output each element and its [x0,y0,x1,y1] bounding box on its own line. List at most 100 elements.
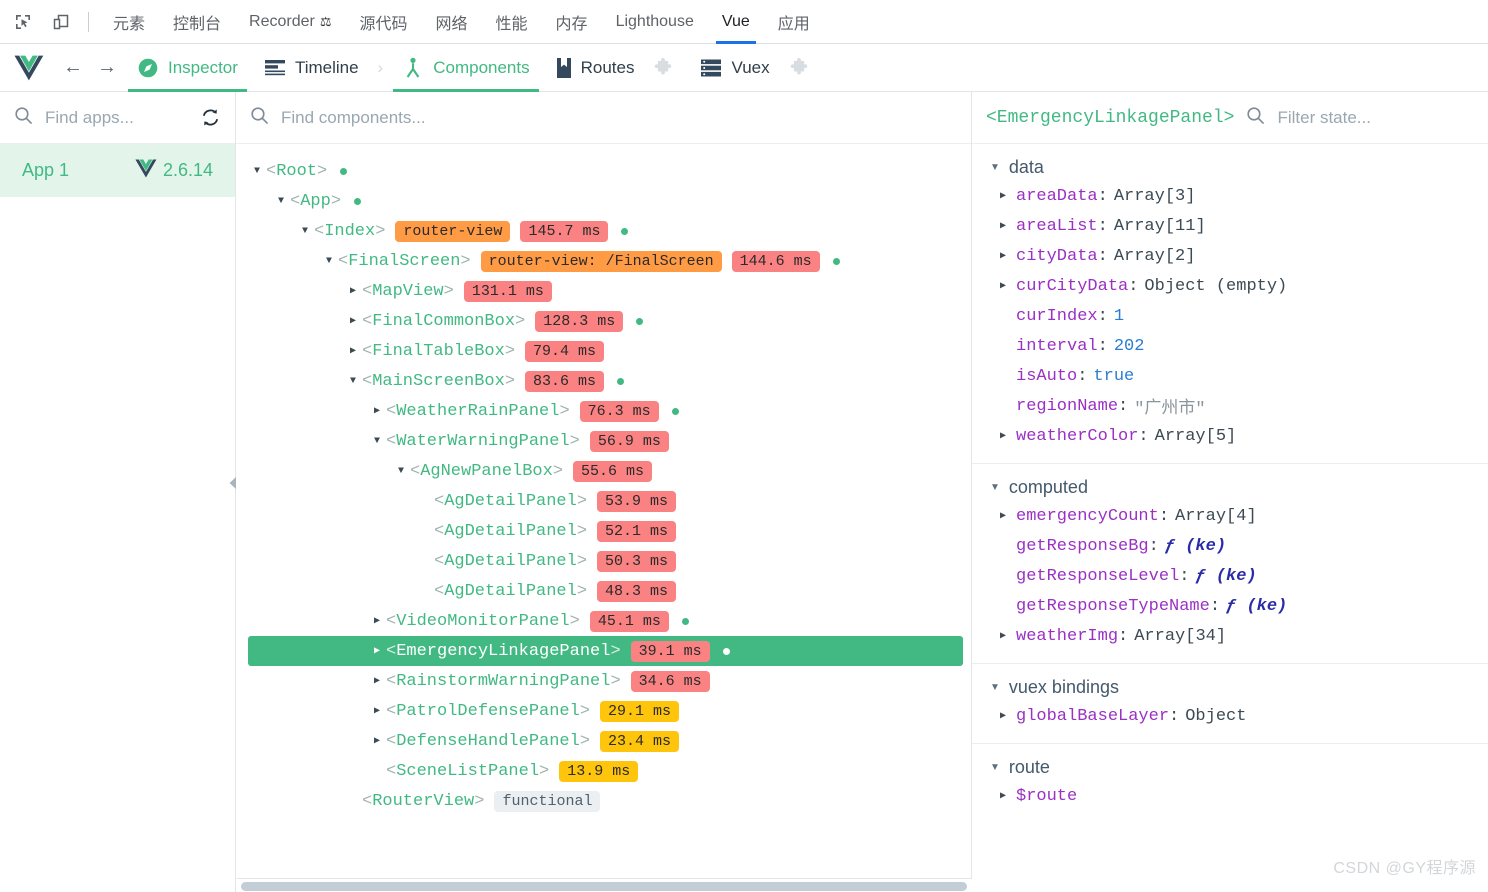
caret-down-icon[interactable]: ▼ [990,482,1000,493]
caret-down-icon[interactable]: ▼ [990,682,1000,693]
caret-right-icon[interactable]: ▶ [1000,190,1006,202]
state-row[interactable]: ▶ areaData: Array[3] [972,181,1488,211]
tree-row[interactable]: <PatrolDefensePanel> 29.1 ms [236,696,971,726]
app-list-item-app-1[interactable]: App 1 2.6.14 [0,144,235,197]
state-row[interactable]: getResponseLevel: ƒ (ke) [972,561,1488,591]
tree-row[interactable]: <MapView> 131.1 ms [236,276,971,306]
devtools-tab-vue[interactable]: Vue [708,0,764,44]
tree-row[interactable]: <AgDetailPanel> 48.3 ms [236,576,971,606]
tree-row[interactable]: <FinalTableBox> 79.4 ms [236,336,971,366]
caret-right-icon[interactable]: ▶ [1000,220,1006,232]
expand-toggle[interactable]: ▶ [990,280,1016,292]
vue-tab-vuex[interactable]: Vuex [687,44,822,92]
caret-down-icon[interactable] [272,196,290,207]
find-components-input[interactable]: Find components... [281,108,957,128]
caret-right-icon[interactable] [368,705,386,717]
vue-tab-timeline[interactable]: Timeline [251,44,372,92]
caret-down-icon[interactable]: ▼ [990,162,1000,173]
horizontal-scrollbar[interactable] [237,878,972,892]
caret-down-icon[interactable] [248,166,266,177]
panel-collapse-handle[interactable] [226,470,238,500]
tree-row[interactable]: <App> [236,186,971,216]
caret-right-icon[interactable] [368,735,386,747]
device-toolbar-icon[interactable] [46,7,76,37]
state-row[interactable]: ▶ curCityData: Object (empty) [972,271,1488,301]
tree-row[interactable]: <AgNewPanelBox> 55.6 ms [236,456,971,486]
caret-right-icon[interactable]: ▶ [1000,710,1006,722]
tree-row[interactable]: <AgDetailPanel> 53.9 ms [236,486,971,516]
state-group-header[interactable]: ▼ computed [972,474,1488,501]
caret-right-icon[interactable] [344,285,362,297]
caret-right-icon[interactable]: ▶ [1000,630,1006,642]
caret-right-icon[interactable] [344,345,362,357]
state-row[interactable]: ▶ weatherColor: Array[5] [972,421,1488,451]
devtools-tab-lighthouse[interactable]: Lighthouse [602,0,708,44]
tree-row[interactable]: <WaterWarningPanel> 56.9 ms [236,426,971,456]
caret-right-icon[interactable]: ▶ [1000,790,1006,802]
tree-row[interactable]: <MainScreenBox> 83.6 ms [236,366,971,396]
tree-row[interactable]: <Root> [236,156,971,186]
caret-right-icon[interactable] [368,675,386,687]
caret-right-icon[interactable] [368,615,386,627]
vue-tab-routes[interactable]: Routes [543,44,688,92]
expand-toggle[interactable]: ▶ [990,220,1016,232]
devtools-tab-network[interactable]: 网络 [422,0,482,44]
expand-toggle[interactable]: ▶ [990,630,1016,642]
devtools-tab-sources[interactable]: 源代码 [346,0,422,44]
caret-right-icon[interactable]: ▶ [1000,250,1006,262]
refresh-icon[interactable] [200,107,221,128]
find-components-searchbar[interactable]: Find components... [236,92,971,144]
caret-down-icon[interactable] [392,466,410,477]
devtools-tab-recorder[interactable]: Recorder ⚖ [235,0,345,44]
devtools-tab-elements[interactable]: 元素 [99,0,159,44]
state-row[interactable]: ▶ emergencyCount: Array[4] [972,501,1488,531]
tree-row[interactable]: <DefenseHandlePanel> 23.4 ms [236,726,971,756]
scrollbar-thumb[interactable] [241,882,967,891]
vue-tab-components[interactable]: Components [389,44,542,92]
devtools-tab-console[interactable]: 控制台 [159,0,235,44]
tree-row[interactable]: <WeatherRainPanel> 76.3 ms [236,396,971,426]
state-group-header[interactable]: ▼ vuex bindings [972,674,1488,701]
devtools-tab-memory[interactable]: 内存 [542,0,602,44]
tree-row[interactable]: <SceneListPanel> 13.9 ms [236,756,971,786]
devtools-tab-performance[interactable]: 性能 [482,0,542,44]
tree-row-selected[interactable]: <EmergencyLinkagePanel> 39.1 ms [248,636,963,666]
find-apps-input[interactable]: Find apps... [45,108,188,128]
expand-toggle[interactable]: ▶ [990,250,1016,262]
nav-forward-button[interactable]: → [90,51,124,85]
state-row[interactable]: getResponseTypeName: ƒ (ke) [972,591,1488,621]
caret-down-icon[interactable] [344,376,362,387]
state-row[interactable]: ▶ areaList: Array[11] [972,211,1488,241]
tree-row[interactable]: <AgDetailPanel> 52.1 ms [236,516,971,546]
caret-down-icon[interactable]: ▼ [990,762,1000,773]
state-row[interactable]: getResponseBg: ƒ (ke) [972,531,1488,561]
tree-row[interactable]: <Index> router-view 145.7 ms [236,216,971,246]
inspect-element-icon[interactable] [8,7,38,37]
expand-toggle[interactable]: ▶ [990,190,1016,202]
state-row[interactable]: ▶ weatherImg: Array[34] [972,621,1488,651]
state-row[interactable]: ▶ globalBaseLayer: Object [972,701,1488,731]
state-row[interactable]: curIndex:1 [972,301,1488,331]
state-row[interactable]: isAuto: true [972,361,1488,391]
expand-toggle[interactable]: ▶ [990,430,1016,442]
expand-toggle[interactable]: ▶ [990,710,1016,722]
state-group-header[interactable]: ▼ route [972,754,1488,781]
tree-row[interactable]: <AgDetailPanel> 50.3 ms [236,546,971,576]
state-group-header[interactable]: ▼ data [972,154,1488,181]
caret-down-icon[interactable] [320,256,338,267]
caret-down-icon[interactable] [296,226,314,237]
vue-tab-inspector[interactable]: Inspector [124,44,251,92]
caret-right-icon[interactable] [368,645,386,657]
caret-right-icon[interactable]: ▶ [1000,430,1006,442]
caret-right-icon[interactable] [368,405,386,417]
nav-back-button[interactable]: ← [56,51,90,85]
find-apps-searchbar[interactable]: Find apps... [0,92,235,144]
state-row[interactable]: interval:202 [972,331,1488,361]
state-row[interactable]: ▶ $route [972,781,1488,811]
state-row[interactable]: ▶ cityData: Array[2] [972,241,1488,271]
tree-row[interactable]: <VideoMonitorPanel> 45.1 ms [236,606,971,636]
tree-row[interactable]: <RainstormWarningPanel> 34.6 ms [236,666,971,696]
devtools-tab-application[interactable]: 应用 [764,0,824,44]
expand-toggle[interactable]: ▶ [990,510,1016,522]
caret-down-icon[interactable] [368,436,386,447]
